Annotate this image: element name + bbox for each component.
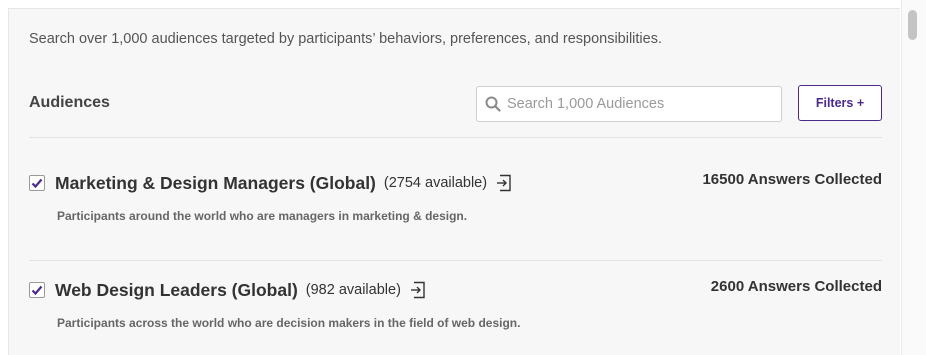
audience-name: Web Design Leaders (Global) — [55, 279, 298, 300]
audience-available: (982 available) — [305, 282, 401, 298]
audience-available: (2754 available) — [383, 175, 488, 191]
audience-name: Marketing & Design Managers (Global) — [55, 172, 376, 193]
audience-checkbox[interactable] — [29, 282, 45, 298]
audiences-panel: Search over 1,000 audiences targeted by … — [8, 8, 900, 355]
audience-description: Participants across the world who are de… — [57, 316, 521, 330]
scrollbar-thumb[interactable] — [908, 10, 917, 40]
list-item: Web Design Leaders (Global) (982 availab… — [29, 278, 882, 330]
list-item: Marketing & Design Managers (Global) (27… — [29, 171, 882, 223]
check-icon — [31, 285, 43, 296]
intro-text: Search over 1,000 audiences targeted by … — [29, 31, 663, 47]
open-icon[interactable] — [410, 281, 426, 299]
audience-description: Participants around the world who are ma… — [57, 209, 468, 223]
open-icon[interactable] — [496, 174, 512, 192]
answers-collected: 16500 Answers Collected — [702, 171, 882, 188]
audience-checkbox[interactable] — [29, 175, 45, 191]
scrollbar[interactable] — [901, 0, 926, 355]
answers-collected: 2600 Answers Collected — [710, 278, 882, 295]
search-input[interactable] — [507, 96, 777, 112]
divider — [29, 260, 882, 261]
filters-button[interactable]: Filters + — [798, 85, 882, 121]
search-box[interactable] — [476, 86, 782, 122]
section-title: Audiences — [29, 94, 110, 111]
check-icon — [31, 178, 43, 189]
search-icon — [485, 96, 501, 112]
divider — [29, 137, 882, 138]
